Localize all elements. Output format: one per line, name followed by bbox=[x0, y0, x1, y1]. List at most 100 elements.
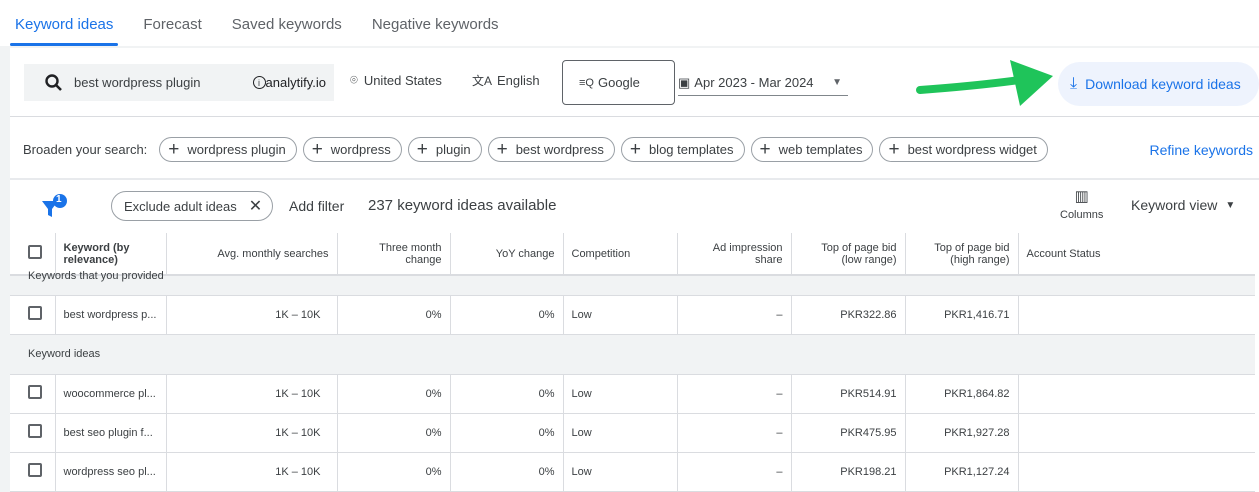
chip-label: wordpress plugin bbox=[187, 142, 286, 157]
broaden-chip[interactable]: + best wordpress bbox=[487, 137, 615, 162]
col-bid-high[interactable]: Top of page bid (high range) bbox=[905, 233, 1019, 276]
col-keyword[interactable]: Keyword (by relevance) bbox=[55, 233, 167, 276]
row-checkbox[interactable] bbox=[10, 295, 56, 335]
close-icon[interactable]: ✕ bbox=[249, 196, 262, 216]
table-row[interactable]: woocommerce pl... 1K – 10K 0% 0% Low – P… bbox=[10, 374, 1255, 414]
tab-saved-keywords[interactable]: Saved keywords bbox=[217, 0, 357, 46]
broaden-chip[interactable]: + wordpress plugin bbox=[159, 137, 297, 162]
search-network-icon: ≡Q bbox=[579, 76, 594, 89]
competition-cell: Low bbox=[563, 413, 678, 453]
chip-label: plugin bbox=[435, 142, 471, 157]
row-checkbox[interactable] bbox=[10, 374, 56, 414]
bid-low-cell: PKR475.95 bbox=[791, 413, 906, 453]
group-label: Keyword ideas bbox=[10, 334, 1255, 375]
exclude-adult-ideas-chip[interactable]: Exclude adult ideas ✕ bbox=[111, 191, 274, 221]
broaden-chip[interactable]: + plugin bbox=[407, 137, 482, 162]
download-keyword-ideas-button[interactable]: ⤓ Download keyword ideas bbox=[1058, 62, 1259, 106]
keyword-view-label: Keyword view bbox=[1131, 197, 1218, 213]
keyword-count: 237 keyword ideas available bbox=[368, 197, 557, 214]
table-header: Keyword (by relevance) Avg. monthly sear… bbox=[10, 233, 1255, 276]
green-arrow-icon bbox=[916, 60, 1053, 106]
broaden-chip[interactable]: + web templates bbox=[750, 137, 874, 162]
col-three-month[interactable]: Three month change bbox=[337, 233, 451, 276]
keyword-cell[interactable]: best seo plugin f... bbox=[55, 413, 167, 453]
dropdown-arrow-icon: ▼ bbox=[832, 77, 842, 88]
plus-icon: + bbox=[311, 139, 323, 160]
chip-label: web templates bbox=[778, 142, 863, 157]
plus-icon: + bbox=[496, 139, 508, 160]
tab-keyword-ideas[interactable]: Keyword ideas bbox=[0, 0, 128, 46]
table-row[interactable]: best seo plugin f... 1K – 10K 0% 0% Low … bbox=[10, 413, 1255, 453]
yoy-cell: 0% bbox=[450, 295, 564, 335]
chip-label: wordpress bbox=[330, 142, 391, 157]
yoy-cell: 0% bbox=[450, 374, 564, 414]
broaden-chip[interactable]: + blog templates bbox=[620, 137, 745, 162]
chip-label: blog templates bbox=[648, 142, 734, 157]
info-icon: i bbox=[252, 76, 266, 89]
keyword-cell[interactable]: woocommerce pl... bbox=[55, 374, 167, 414]
download-label: Download keyword ideas bbox=[1085, 76, 1241, 92]
account-status-cell bbox=[1018, 374, 1255, 414]
three-month-cell: 0% bbox=[337, 413, 451, 453]
filter-row: 1 Exclude adult ideas ✕ Add filter 237 ke… bbox=[10, 181, 1259, 233]
row-checkbox[interactable] bbox=[10, 452, 56, 492]
chip-label: Exclude adult ideas bbox=[124, 198, 237, 214]
avg-searches-cell: 1K – 10K bbox=[166, 452, 338, 492]
translate-icon: 文A bbox=[472, 74, 493, 88]
add-filter-button[interactable]: Add filter bbox=[289, 198, 344, 214]
language-label: English bbox=[497, 73, 540, 88]
three-month-cell: 0% bbox=[337, 295, 451, 335]
download-icon: ⤓ bbox=[1070, 75, 1078, 92]
col-bid-low[interactable]: Top of page bid (low range) bbox=[791, 233, 906, 276]
col-yoy[interactable]: YoY change bbox=[450, 233, 564, 276]
site-url: analytify.io bbox=[265, 75, 326, 90]
keyword-table: Keyword (by relevance) Avg. monthly sear… bbox=[10, 233, 1255, 492]
row-checkbox[interactable] bbox=[10, 413, 56, 453]
search-input[interactable]: best wordpress plugin i analytify.io bbox=[24, 64, 334, 101]
keyword-cell[interactable]: best wordpress p... bbox=[55, 295, 167, 335]
competition-cell: Low bbox=[563, 374, 678, 414]
broaden-chip[interactable]: + best wordpress widget bbox=[879, 137, 1048, 162]
refine-keywords-link[interactable]: Refine keywords bbox=[1150, 142, 1254, 158]
tab-negative-keywords[interactable]: Negative keywords bbox=[357, 0, 514, 46]
search-icon bbox=[45, 73, 62, 91]
columns-button[interactable]: ▥ Columns bbox=[1060, 187, 1103, 221]
calendar-icon: ▣ bbox=[678, 74, 691, 90]
group-row: Keywords that you provided bbox=[10, 271, 1255, 296]
search-bar-row: best wordpress plugin i analytify.io ⌾ Un… bbox=[10, 48, 1259, 117]
chip-label: best wordpress widget bbox=[907, 142, 1037, 157]
table-row[interactable]: wordpress seo pl... 1K – 10K 0% 0% Low –… bbox=[10, 452, 1255, 492]
bid-high-cell: PKR1,927.28 bbox=[905, 413, 1019, 453]
keyword-view-dropdown[interactable]: Keyword view ▼ bbox=[1131, 197, 1235, 213]
language-selector[interactable]: 文A English bbox=[472, 72, 540, 89]
broaden-label: Broaden your search: bbox=[23, 142, 148, 157]
account-status-cell bbox=[1018, 452, 1255, 492]
dropdown-arrow-icon: ▼ bbox=[1225, 199, 1236, 211]
date-range-selector[interactable]: ▣ Apr 2023 - Mar 2024 ▼ bbox=[678, 70, 848, 96]
plus-icon: + bbox=[888, 139, 900, 160]
account-status-cell bbox=[1018, 295, 1255, 335]
table-row[interactable]: best wordpress p... 1K – 10K 0% 0% Low –… bbox=[10, 295, 1255, 335]
plus-icon: + bbox=[759, 139, 771, 160]
broaden-chip[interactable]: + wordpress bbox=[302, 137, 402, 162]
avg-searches-cell: 1K – 10K bbox=[166, 413, 338, 453]
col-account-status[interactable]: Account Status bbox=[1018, 233, 1255, 276]
tab-bar: Keyword ideas Forecast Saved keywords Ne… bbox=[0, 0, 1259, 46]
bid-high-cell: PKR1,127.24 bbox=[905, 452, 1019, 492]
tab-forecast[interactable]: Forecast bbox=[128, 0, 216, 46]
network-selector[interactable]: ≡Q Google bbox=[562, 60, 675, 105]
select-all-checkbox[interactable] bbox=[10, 233, 56, 276]
ad-impression-cell: – bbox=[677, 413, 792, 453]
group-label: Keywords that you provided bbox=[10, 271, 1255, 296]
col-competition[interactable]: Competition bbox=[563, 233, 678, 276]
keyword-cell[interactable]: wordpress seo pl... bbox=[55, 452, 167, 492]
three-month-cell: 0% bbox=[337, 452, 451, 492]
yoy-cell: 0% bbox=[450, 413, 564, 453]
three-month-cell: 0% bbox=[337, 374, 451, 414]
plus-icon: + bbox=[629, 139, 641, 160]
group-row: Keyword ideas bbox=[10, 334, 1255, 375]
filter-button[interactable]: 1 bbox=[40, 193, 70, 219]
location-selector[interactable]: ⌾ United States bbox=[350, 72, 442, 88]
col-ad-impression[interactable]: Ad impression share bbox=[677, 233, 792, 276]
col-avg-monthly[interactable]: Avg. monthly searches bbox=[166, 233, 338, 276]
